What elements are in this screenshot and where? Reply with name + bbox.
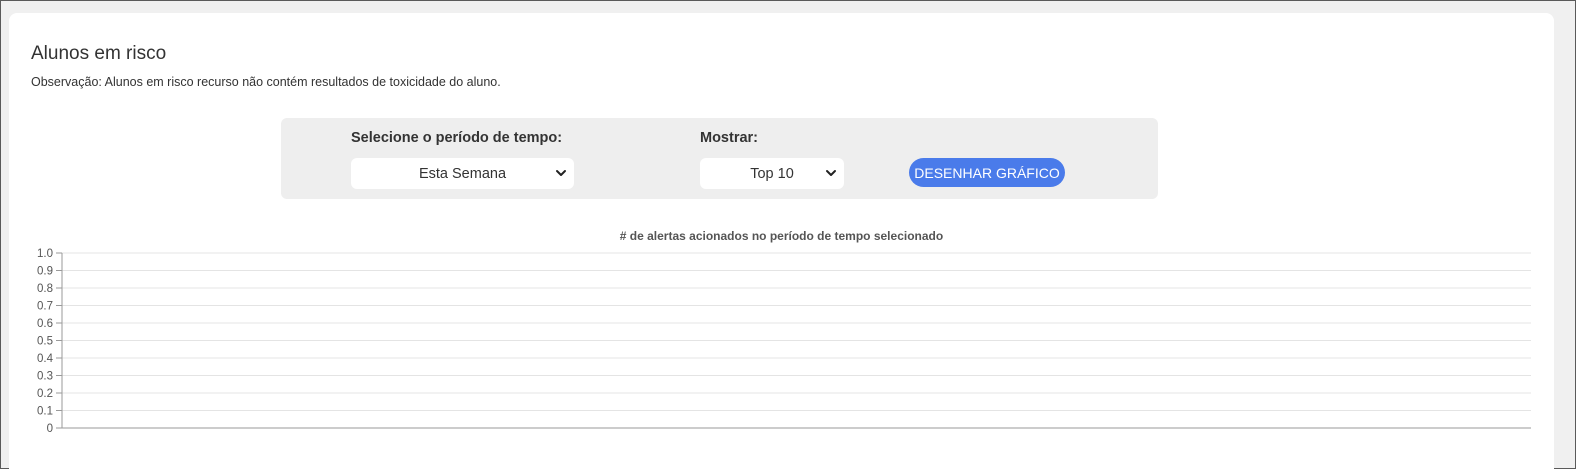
chart-controls: Selecione o período de tempo: Esta Seman… xyxy=(281,118,1158,199)
period-select[interactable]: Esta Semana xyxy=(351,158,574,189)
show-label: Mostrar: xyxy=(700,130,759,146)
draw-chart-button[interactable]: DESENHAR GRÁFICO xyxy=(909,158,1065,187)
chevron-down-icon xyxy=(826,170,836,176)
period-select-value: Esta Semana xyxy=(418,165,507,182)
chevron-down-icon xyxy=(556,170,566,176)
show-select-value: Top 10 xyxy=(750,165,794,182)
period-label: Selecione o período de tempo: xyxy=(351,130,563,146)
observation-note: Observação: Alunos em risco recurso não … xyxy=(31,75,501,89)
show-select[interactable]: Top 10 xyxy=(700,158,844,189)
page-title: Alunos em risco xyxy=(31,43,167,64)
chart-title: # de alertas acionados no período de tem… xyxy=(619,229,944,243)
